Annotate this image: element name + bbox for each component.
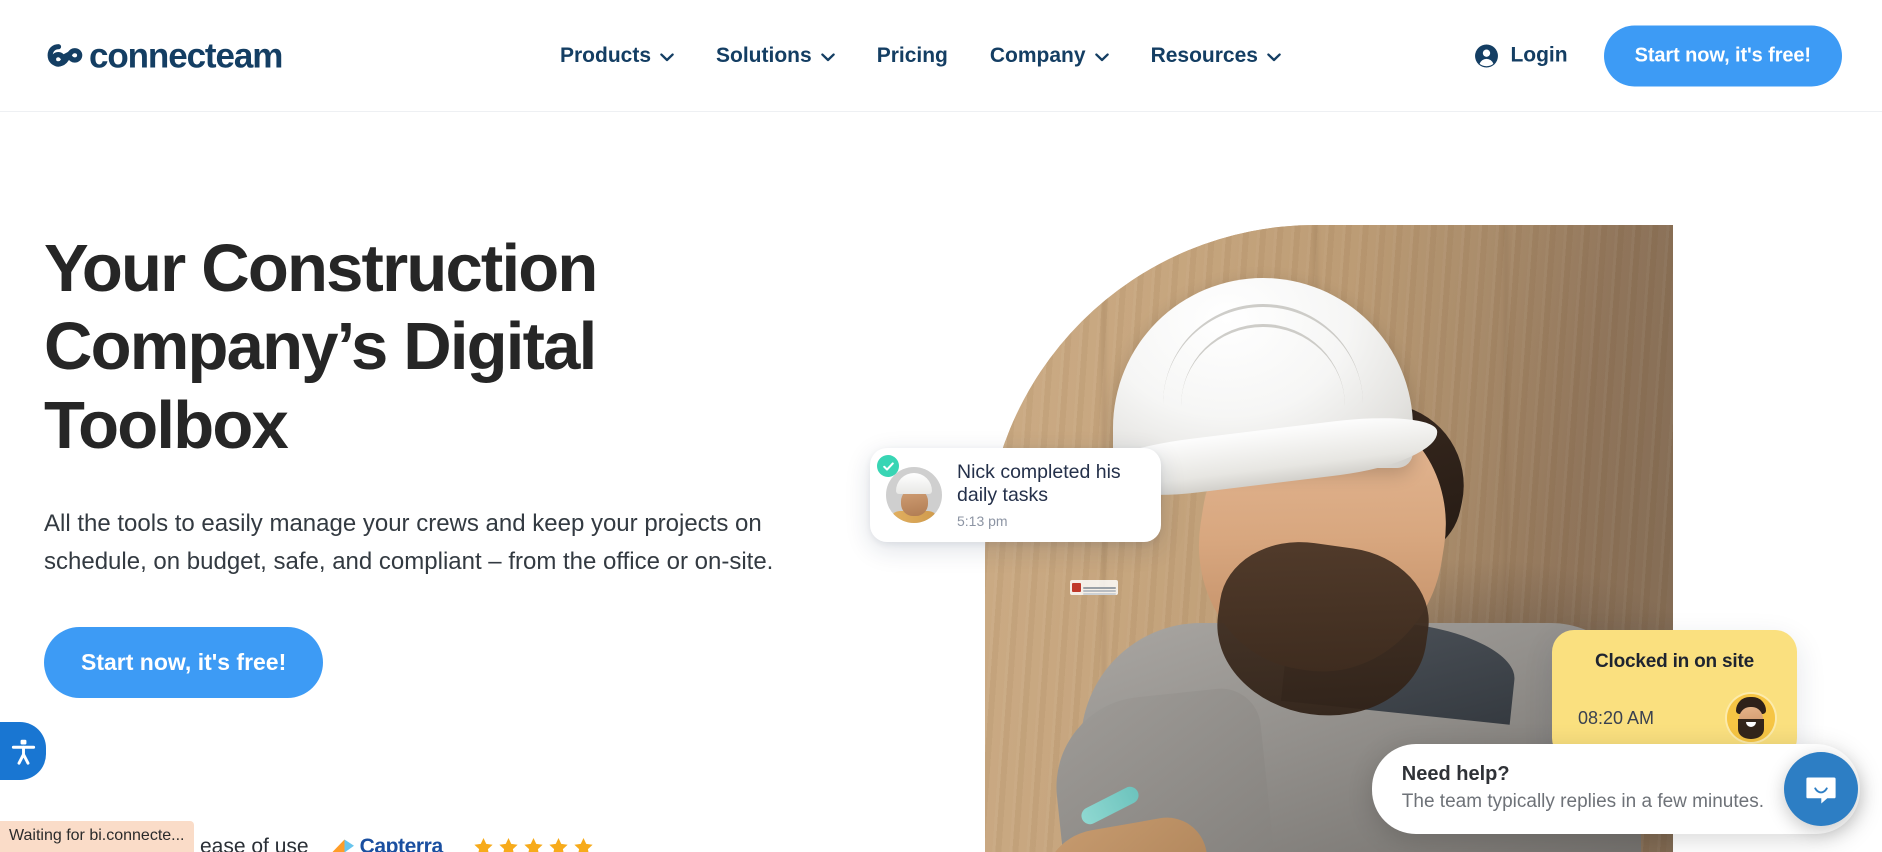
- nav-label-products: Products: [560, 43, 652, 67]
- clocked-in-row: 08:20 AM: [1552, 673, 1797, 742]
- rating-stars: [473, 837, 594, 852]
- nav-item-solutions[interactable]: Solutions: [716, 44, 835, 68]
- star-icon: [499, 837, 518, 852]
- main-navigation: Products Solutions Pricing Company Resou…: [560, 44, 1281, 68]
- clocked-in-card: Clocked in on site 08:20 AM: [1552, 630, 1797, 760]
- page-root: connecteam Products Solutions Pricing Co…: [0, 0, 1882, 852]
- accessibility-person-icon: [10, 738, 37, 765]
- notification-card: Nick completed his daily tasks 5:13 pm: [870, 448, 1161, 542]
- star-icon: [524, 837, 543, 852]
- capterra-badge[interactable]: Capterra: [331, 835, 443, 852]
- user-circle-icon: [1474, 43, 1499, 68]
- page-title: Your Construction Company’s Digital Tool…: [44, 231, 598, 463]
- nav-item-company[interactable]: Company: [990, 44, 1109, 68]
- browser-status-tooltip: Waiting for bi.connecte...: [0, 821, 194, 852]
- photo-watermark-badge: [1070, 580, 1118, 595]
- header-actions: Login Start now, it's free!: [1474, 25, 1842, 86]
- nav-item-products[interactable]: Products: [560, 44, 674, 68]
- clocked-in-title: Clocked in on site: [1595, 651, 1754, 672]
- star-icon: [549, 837, 568, 852]
- chevron-down-icon: [1094, 50, 1109, 62]
- chat-bubble-smile-icon: [1804, 772, 1838, 806]
- nav-label-company: Company: [989, 43, 1086, 67]
- brand-logo-text: connecteam: [89, 36, 283, 75]
- chat-subtitle: The team typically replies in a few minu…: [1401, 791, 1764, 813]
- brand-logo[interactable]: connecteam: [44, 36, 283, 75]
- nav-label-pricing: Pricing: [876, 43, 948, 67]
- check-circle-icon: [877, 455, 899, 477]
- chevron-down-icon: [660, 50, 674, 62]
- worker-avatar: [886, 467, 942, 523]
- capterra-logo-icon: [331, 838, 355, 852]
- clocked-in-time: 08:20 AM: [1578, 707, 1655, 728]
- chevron-down-icon: [820, 50, 835, 62]
- star-icon: [574, 837, 593, 852]
- chat-widget: Need help? The team typically replies in…: [1371, 744, 1860, 834]
- nav-item-pricing[interactable]: Pricing: [877, 44, 948, 68]
- accessibility-widget-button[interactable]: [0, 722, 46, 780]
- capterra-label: Capterra: [359, 835, 444, 852]
- hero-start-now-button[interactable]: Start now, it's free!: [44, 627, 324, 698]
- notification-title: Nick completed his daily tasks: [957, 461, 1121, 506]
- connecteam-infinity-logo-icon: [44, 41, 90, 71]
- hero-subtitle: All the tools to easily manage your crew…: [44, 510, 774, 575]
- notification-time: 5:13 pm: [957, 513, 1008, 529]
- nav-label-solutions: Solutions: [716, 43, 812, 67]
- chevron-down-icon: [1267, 50, 1281, 62]
- header-start-now-button[interactable]: Start now, it's free!: [1603, 25, 1842, 86]
- nav-item-resources[interactable]: Resources: [1151, 44, 1281, 68]
- star-icon: [474, 837, 493, 852]
- nav-label-resources: Resources: [1150, 43, 1258, 67]
- login-link[interactable]: Login: [1474, 43, 1568, 68]
- chat-title: Need help?: [1401, 763, 1510, 786]
- login-label: Login: [1510, 43, 1568, 67]
- employee-avatar: [1727, 694, 1775, 742]
- site-header: connecteam Products Solutions Pricing Co…: [0, 0, 1882, 112]
- chat-launcher-button[interactable]: [1784, 752, 1858, 827]
- hero-content: Your Construction Company’s Digital Tool…: [44, 230, 804, 698]
